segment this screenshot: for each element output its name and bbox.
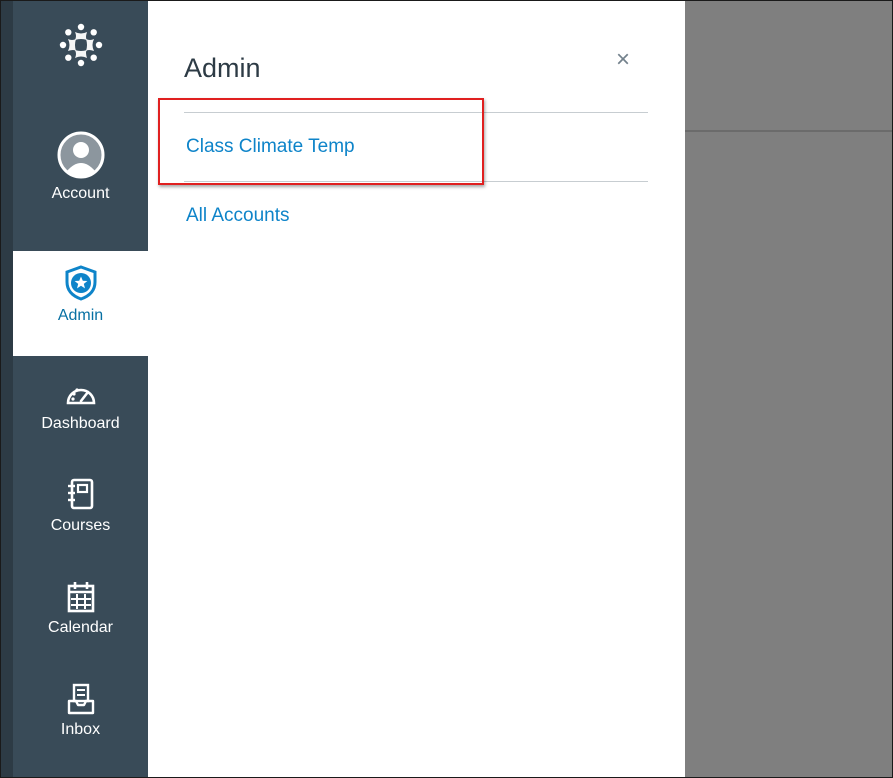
nav-item-label: Dashboard — [41, 415, 120, 432]
notebook-icon — [66, 477, 96, 511]
tray-divider — [184, 112, 648, 113]
speedometer-icon — [64, 379, 98, 409]
global-navigation: Account Admin Dashboard Courses Calendar… — [1, 1, 148, 777]
nav-item-account[interactable]: Account — [13, 131, 148, 249]
main-content-overlay[interactable] — [685, 1, 892, 777]
shield-star-icon — [64, 265, 98, 301]
nav-item-label: Courses — [50, 517, 111, 534]
tray-link-class-climate-temp[interactable]: Class Climate Temp — [186, 136, 355, 158]
canvas-logo-icon — [59, 23, 102, 67]
tray-link-all-accounts[interactable]: All Accounts — [186, 205, 290, 227]
nav-item-calendar[interactable]: Calendar — [13, 581, 148, 637]
app-window: Account Admin Dashboard Courses Calendar… — [0, 0, 893, 778]
nav-item-label: Calendar — [48, 619, 113, 636]
admin-tray: Admin × Class Climate Temp All Accounts — [148, 1, 685, 777]
calendar-icon — [66, 581, 96, 613]
nav-item-label: Admin — [57, 307, 104, 324]
nav-item-dashboard[interactable]: Dashboard — [13, 379, 148, 433]
nav-item-courses[interactable]: Courses — [13, 477, 148, 535]
tray-title: Admin — [184, 53, 261, 83]
canvas-logo[interactable] — [13, 15, 148, 75]
inbox-icon — [66, 683, 96, 715]
header-divider — [685, 130, 892, 132]
close-tray-button[interactable]: × — [616, 48, 630, 72]
user-avatar-icon — [57, 131, 105, 179]
tray-divider — [184, 181, 648, 182]
nav-item-inbox[interactable]: Inbox — [13, 683, 148, 739]
nav-item-label: Account — [51, 185, 110, 202]
nav-item-label: Inbox — [60, 721, 101, 738]
nav-item-admin[interactable]: Admin — [13, 251, 148, 356]
